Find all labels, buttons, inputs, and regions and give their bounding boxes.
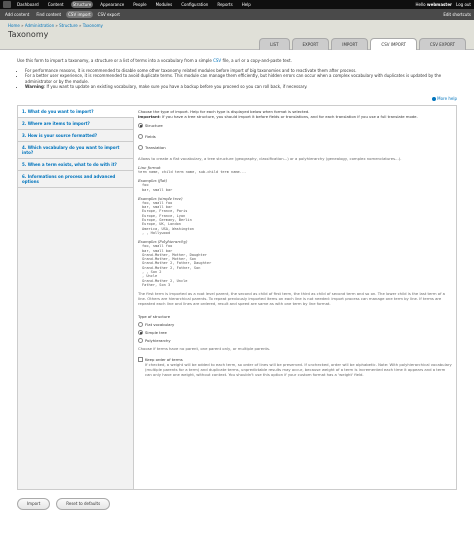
structure-type-label: Type of structure (138, 314, 171, 320)
username-link[interactable]: webmaster (427, 2, 452, 7)
shortcuts-bar: Add content Find content CSV import CSV … (0, 9, 474, 20)
radio-button[interactable] (138, 322, 143, 328)
tree-examples: foo, small foo bar, small bar Europe, Fr… (142, 201, 452, 235)
more-help-link[interactable]: More help (17, 96, 457, 102)
notes-list: For performance reasons, it is recommend… (22, 68, 457, 90)
toolbar-item-modules[interactable]: Modules (154, 1, 175, 8)
important-note: Important: If you have a tree structure,… (138, 114, 452, 119)
radio-button[interactable] (138, 145, 143, 150)
vtab-existing-term[interactable]: 5. When a term exists, what to do with i… (18, 159, 133, 171)
structure-radio-poly[interactable]: Polyhierarchy (138, 338, 452, 344)
warning-label: Warning (25, 84, 44, 89)
example-line: bar, small bar (142, 188, 452, 192)
help-icon (431, 96, 436, 101)
main-content: Use this form to import a taxonomy, a st… (0, 50, 474, 515)
source-radio-structure[interactable]: Structure (138, 123, 452, 128)
toolbar-item-reports[interactable]: Reports (215, 1, 234, 8)
hierarchy-explanation: The first term is imported as a root lev… (138, 291, 445, 307)
breadcrumb-structure[interactable]: Structure (59, 23, 78, 28)
radio-label: Translation (145, 145, 166, 150)
breadcrumb-administration[interactable]: Administration (25, 23, 54, 28)
breadcrumb-home[interactable]: Home (8, 23, 20, 28)
warning-text: : If you want to update an existing voca… (43, 84, 308, 89)
toolbar-item-help[interactable]: Help (240, 1, 253, 8)
structure-help: Choose if terms have no parent, one pare… (138, 346, 271, 352)
tab-export[interactable]: EXPORT (291, 38, 330, 50)
example-line: Father, Son 3 (142, 283, 452, 287)
intro-text: Use this form to import a taxonomy, a st… (17, 58, 457, 64)
note-item: For a better user experience, it is reco… (25, 73, 457, 84)
shortcut-add-content[interactable]: Add content (3, 11, 31, 18)
shortcut-csv-import[interactable]: CSV import (66, 11, 93, 18)
important-label: Important (138, 114, 160, 119)
home-icon[interactable] (3, 1, 11, 8)
tab-csv-import[interactable]: CSV IMPORT (370, 38, 417, 50)
logout-link[interactable]: Log out (456, 2, 471, 7)
vtab-process-options[interactable]: 6. Informations on process and advanced … (18, 171, 133, 188)
page-header: Home » Administration » Structure » Taxo… (0, 20, 474, 50)
structure-description: Allows to create a flat vocabulary, a tr… (138, 156, 402, 161)
breadcrumb-separator: » (79, 23, 82, 28)
admin-toolbar: Dashboard Content Structure Appearance P… (0, 0, 474, 9)
greeting-prefix: Hello (415, 2, 427, 7)
toolbar-menu: Dashboard Content Structure Appearance P… (15, 1, 415, 8)
edit-shortcuts-link[interactable]: Edit shortcuts (443, 12, 471, 17)
vtab-what-to-import[interactable]: 1. What do you want to import? (18, 106, 134, 118)
tab-csv-export[interactable]: CSV EXPORT (418, 38, 466, 50)
toolbar-item-people[interactable]: People (131, 1, 148, 8)
radio-label: Structure (145, 123, 163, 128)
flat-examples: foo bar, small bar (142, 183, 452, 192)
breadcrumb-separator: » (55, 23, 58, 28)
vertical-tab-pane: Choose the type of import. Help for each… (134, 106, 456, 489)
radio-label: Simple tree (145, 330, 167, 336)
source-radio-fields[interactable]: Fields (138, 134, 452, 139)
example-line: , , Hollywood (142, 231, 452, 235)
vtab-where-are-items[interactable]: 2. Where are items to import? (18, 118, 133, 130)
more-help-label: More help (437, 95, 457, 101)
vertical-tabs: 1. What do you want to import? 2. Where … (18, 106, 134, 489)
vtab-source-format[interactable]: 3. How is your source formatted? (18, 130, 133, 142)
toolbar-item-content[interactable]: Content (46, 1, 66, 8)
tab-list[interactable]: LIST (259, 38, 290, 50)
toolbar-item-dashboard[interactable]: Dashboard (15, 1, 41, 8)
form-actions: Import Reset to defaults (17, 498, 457, 510)
intro-text-end: file, a url or a copy-and-paste text. (221, 58, 292, 63)
radio-button[interactable] (138, 330, 143, 336)
radio-button[interactable] (138, 123, 143, 128)
structure-radio-flat[interactable]: Flat vocabulary (138, 322, 452, 328)
import-form-panel: 1. What do you want to import? 2. Where … (17, 105, 457, 490)
line-format-value: term name, child term name, sub-child te… (138, 170, 247, 174)
vtab-which-vocabulary[interactable]: 4. Which vocabulary do you want to impor… (18, 142, 133, 159)
shortcut-csv-export[interactable]: CSV export (96, 11, 122, 18)
toolbar-item-structure[interactable]: Structure (70, 1, 94, 8)
breadcrumb: Home » Administration » Structure » Taxo… (8, 23, 466, 28)
intro-text-start: Use this form to import a taxonomy, a st… (17, 58, 214, 63)
warning-item: Warning: If you want to update an existi… (25, 84, 457, 90)
keep-order-help: If checked, a weight will be added to ea… (145, 362, 452, 378)
breadcrumb-taxonomy[interactable]: Taxonomy (83, 23, 103, 28)
important-text: : If you have a tree structure, you shou… (159, 114, 418, 119)
toolbar-item-configuration[interactable]: Configuration (179, 1, 210, 8)
shortcut-find-content[interactable]: Find content (34, 11, 63, 18)
toolbar-item-appearance[interactable]: Appearance (98, 1, 126, 8)
radio-button[interactable] (138, 338, 143, 344)
source-radio-translation[interactable]: Translation (138, 145, 452, 150)
user-menu: Hello webmaster Log out (415, 2, 471, 7)
primary-tabs: LIST EXPORT IMPORT CSV IMPORT CSV EXPORT (259, 38, 466, 50)
tab-import[interactable]: IMPORT (331, 38, 369, 50)
structure-radio-tree[interactable]: Simple tree (138, 330, 452, 336)
poly-examples: foo, small foo bar, small bar Grand-Moth… (142, 244, 452, 287)
checkbox-box[interactable] (138, 357, 143, 363)
user-greeting: Hello webmaster (415, 2, 452, 7)
csv-link[interactable]: CSV (213, 58, 221, 63)
radio-button[interactable] (138, 134, 143, 139)
breadcrumb-separator: » (21, 23, 24, 28)
import-button[interactable]: Import (17, 498, 51, 510)
radio-label: Flat vocabulary (145, 322, 175, 328)
reset-button[interactable]: Reset to defaults (56, 498, 111, 510)
radio-label: Fields (145, 134, 156, 139)
radio-label: Polyhierarchy (145, 338, 171, 344)
